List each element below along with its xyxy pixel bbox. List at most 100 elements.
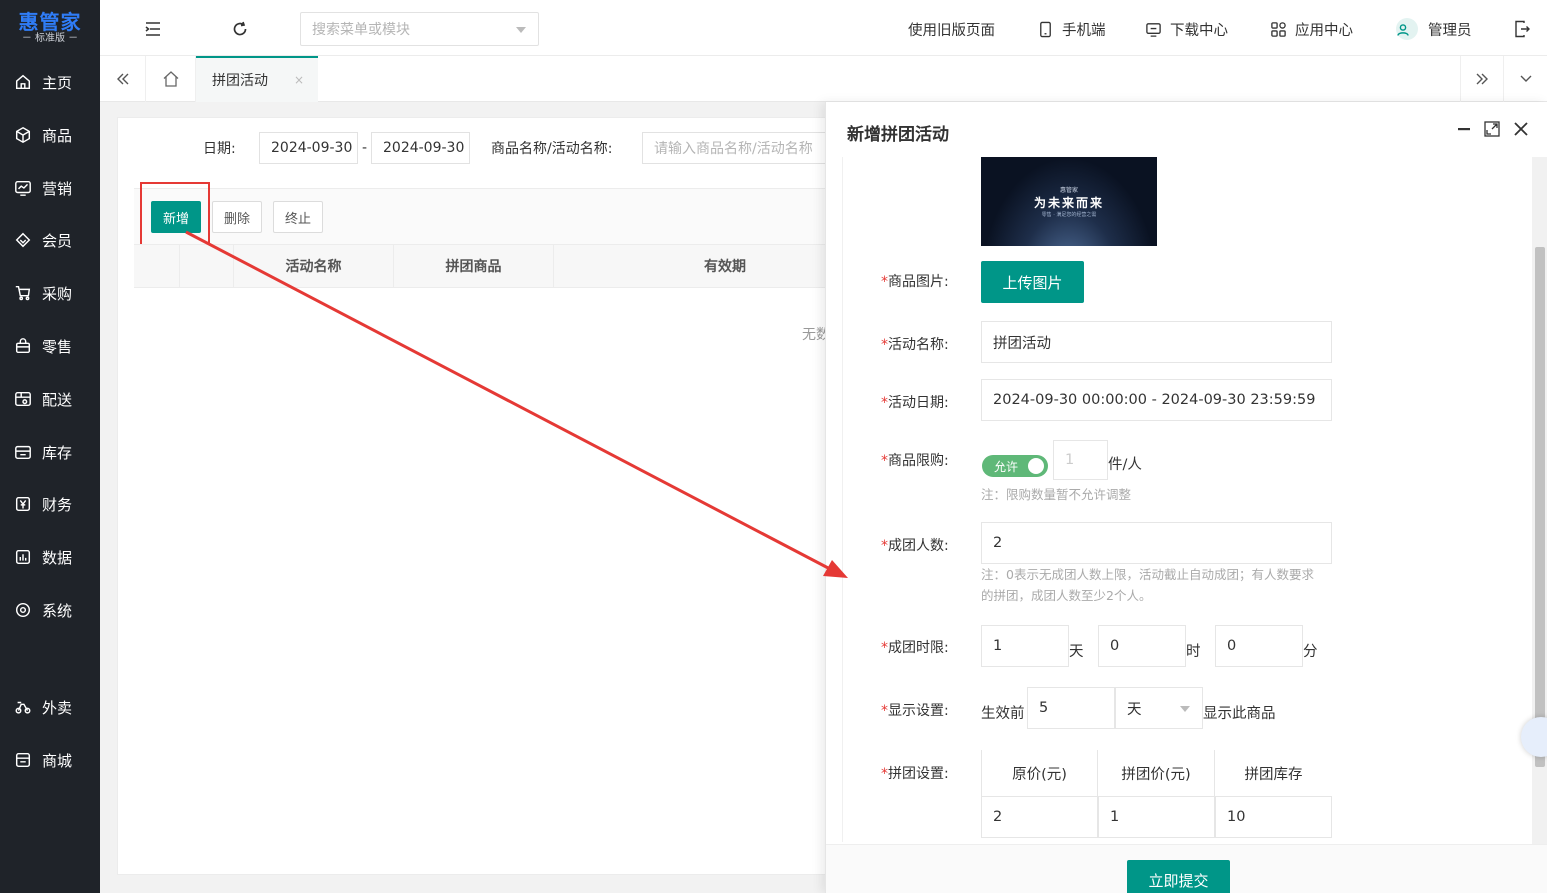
sidebar-item-marketing[interactable]: 营销 [0,168,100,208]
close-icon[interactable]: × [294,73,304,87]
user-menu[interactable]: 管理员 [1396,18,1472,40]
image-label: *商品图片: [881,274,949,290]
highlight-box [140,182,210,250]
time-limit-days-input[interactable]: 1 [981,625,1069,667]
sidebar-item-label: 零售 [42,337,73,356]
purchase-limit-toggle[interactable]: 允许 [982,455,1048,477]
display-unit-select[interactable]: 天 [1115,687,1203,729]
table-header-cell [134,245,180,287]
group-size-input[interactable]: 2 [981,522,1332,564]
sidebar-item-mall[interactable]: 商城 [0,740,100,780]
mobile-label: 手机端 [1062,22,1106,39]
stop-button[interactable]: 终止 [273,201,324,233]
tab-scroll-left-icon[interactable] [100,56,146,102]
download-label: 下载中心 [1170,22,1228,39]
time-limit-hours-input[interactable]: 0 [1098,625,1186,667]
home-tab-icon[interactable] [146,56,196,102]
time-limit-label: *成团时限: [881,640,949,656]
tab-bar: 拼团活动 × [100,56,1547,102]
sidebar-item-finance[interactable]: 财务 [0,484,100,524]
original-price-header: 原价(元) [981,750,1098,796]
table-header: 活动名称 拼团商品 有效期 [134,244,834,288]
avatar [1396,18,1418,40]
product-image-preview[interactable]: 惠管家 为未来而来 零售 · 满足您的经营之需 [981,157,1157,246]
sidebar-item-data[interactable]: 数据 [0,537,100,577]
sidebar-item-system[interactable]: 系统 [0,590,100,630]
refresh-icon[interactable] [229,18,251,40]
activity-name-input[interactable]: 拼团活动 [981,321,1332,363]
mobile-link[interactable]: 手机端 [1037,18,1106,40]
name-filter-input[interactable]: 请输入商品名称/活动名称 [642,132,838,164]
home-icon [15,74,31,90]
banner-sub: 零售 · 满足您的经营之需 [1041,212,1097,218]
sidebar-item-member[interactable]: 会员 [0,220,100,260]
toggle-knob [1028,458,1044,474]
banner-headline: 为未来而来 [1033,196,1104,210]
sidebar-item-inventory[interactable]: 库存 [0,432,100,472]
diamond-icon [15,232,31,248]
old-page-link[interactable]: 使用旧版页面 [908,18,995,40]
sidebar-item-label: 采购 [42,284,73,303]
menu-collapse-icon[interactable] [142,18,164,40]
limit-quantity-input[interactable]: 1 [1053,440,1108,480]
warehouse-icon [15,445,31,460]
shop-icon [15,752,31,768]
group-stock-input[interactable]: 10 [1215,796,1332,838]
sidebar-item-label: 数据 [42,548,73,567]
logo[interactable]: 惠管家 － 标准版 － [0,0,100,56]
scrollbar-thumb[interactable] [1535,247,1545,767]
tab-group-buy[interactable]: 拼团活动 × [196,56,318,102]
cart-icon [15,285,31,301]
app-center-link[interactable]: 应用中心 [1270,18,1353,40]
sidebar-item-retail[interactable]: 零售 [0,326,100,366]
close-icon[interactable] [1512,120,1530,138]
date-from-input[interactable]: 2024-09-30 [259,132,358,164]
display-unit-value: 天 [1127,701,1142,718]
sidebar-item-purchase[interactable]: 采购 [0,273,100,313]
old-page-label: 使用旧版页面 [908,22,995,39]
activity-name-label: *活动名称: [881,337,949,353]
group-price-input[interactable]: 1 [1098,796,1215,838]
limit-note: 注：限购数量暂不允许调整 [981,487,1132,502]
submit-button[interactable]: 立即提交 [1127,860,1230,893]
activity-date-input[interactable]: 2024-09-30 00:00:00 - 2024-09-30 23:59:5… [981,379,1332,421]
box-icon [15,126,31,144]
top-bar: 搜索菜单或模块 使用旧版页面 手机端 下载中心 应用中心 管理员 [100,0,1547,56]
display-days-input[interactable]: 5 [1027,687,1115,729]
column-activity-name: 活动名称 [234,245,394,287]
sidebar-item-label: 会员 [42,231,73,250]
original-price-input[interactable]: 2 [981,796,1098,838]
user-label: 管理员 [1428,22,1472,39]
group-stock-header: 拼团库存 [1244,766,1303,783]
logo-brand: 惠管家 [18,10,82,34]
delete-button[interactable]: 删除 [212,201,263,233]
menu-search-select[interactable]: 搜索菜单或模块 [300,12,539,46]
sidebar-item-home[interactable]: 主页 [0,62,100,102]
drawer-footer: 立即提交 [826,844,1547,893]
truck-icon [15,391,31,407]
scooter-icon [15,701,31,714]
download-center-link[interactable]: 下载中心 [1145,18,1228,40]
sidebar-item-goods[interactable]: 商品 [0,115,100,155]
minimize-icon[interactable] [1455,120,1473,138]
tab-options-chevron-down-icon[interactable] [1504,56,1547,102]
time-limit-minutes-input[interactable]: 0 [1215,625,1303,667]
activity-date-label: *活动日期: [881,395,949,411]
logout-icon[interactable] [1512,19,1532,39]
sidebar: 惠管家 － 标准版 － 主页 商品 营销 会员 采购 零售 配送 库存 财务 数… [0,0,100,893]
sidebar-item-label: 主页 [42,73,73,92]
sidebar-item-takeout[interactable]: 外卖 [0,687,100,727]
sidebar-item-label: 配送 [42,390,73,409]
maximize-icon[interactable] [1483,120,1501,138]
date-to-input[interactable]: 2024-09-30 [371,132,470,164]
select-all-checkbox[interactable] [180,245,234,287]
drawer-scrollbar[interactable] [1532,157,1547,893]
name-filter-label: 商品名称/活动名称: [491,141,613,157]
sidebar-item-label: 财务 [42,495,73,514]
minutes-unit: 分 [1303,644,1318,660]
sidebar-item-label: 系统 [42,601,73,620]
tab-scroll-right-icon[interactable] [1460,56,1504,102]
sidebar-item-delivery[interactable]: 配送 [0,379,100,419]
upload-image-button[interactable]: 上传图片 [981,261,1084,303]
chevron-down-icon [516,27,526,33]
